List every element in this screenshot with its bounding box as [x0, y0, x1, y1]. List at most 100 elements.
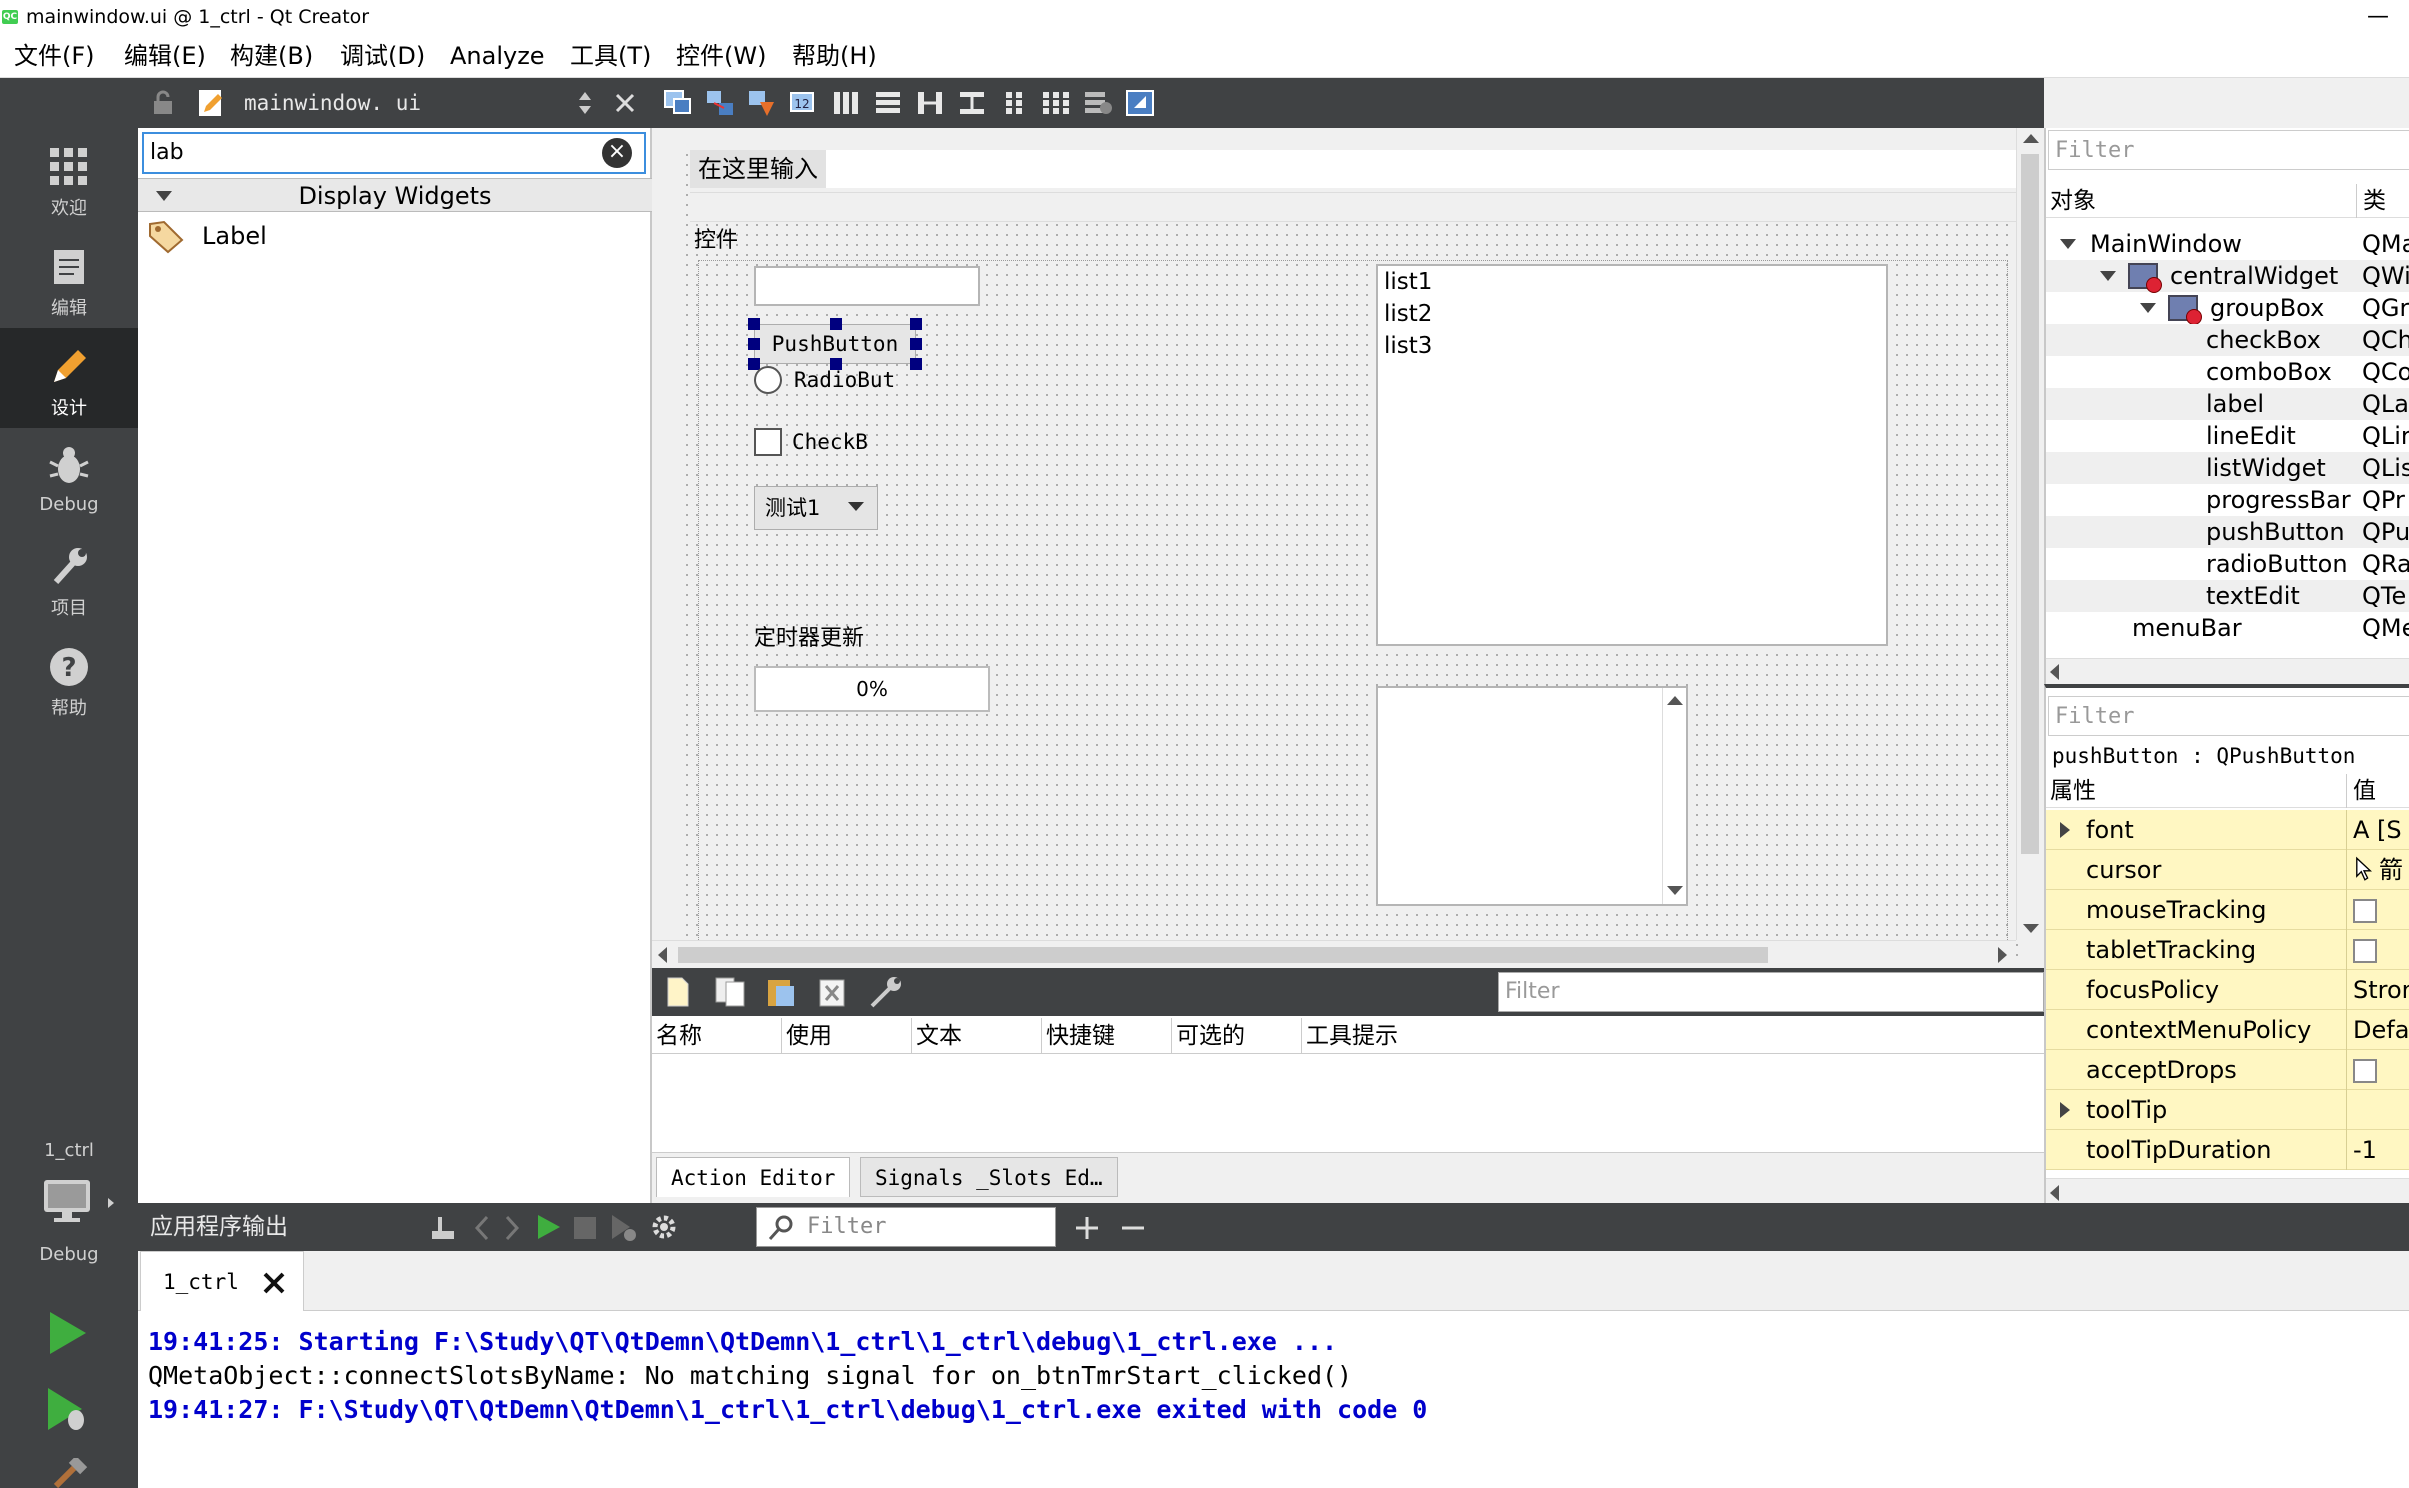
form-horizontal-scrollbar[interactable]	[652, 940, 2016, 968]
edit-buddies-icon[interactable]	[746, 88, 778, 118]
form-vertical-scrollbar[interactable]	[2016, 128, 2044, 940]
tab-signals-slots-editor[interactable]: Signals _Slots Ed…	[860, 1157, 1118, 1197]
menu-tools[interactable]: 工具(T)	[570, 34, 651, 78]
mode-projects[interactable]: 项目	[0, 528, 138, 628]
layout-vertical-icon[interactable]	[872, 88, 904, 118]
mode-debug[interactable]: Debug	[0, 428, 138, 528]
kit-expand-arrow[interactable]	[108, 1198, 114, 1208]
adjust-size-icon[interactable]	[1124, 88, 1156, 118]
clear-filter-icon[interactable]: ×	[602, 138, 632, 168]
object-tree-row[interactable]: MainWindow QMa	[2046, 228, 2409, 260]
object-tree-row[interactable]: textEdit QTe	[2046, 580, 2409, 612]
column-header-used[interactable]: 使用	[782, 1018, 912, 1054]
column-header-object[interactable]: 对象	[2050, 184, 2096, 218]
selection-handle[interactable]	[748, 338, 760, 350]
scroll-down-icon[interactable]	[1667, 886, 1683, 895]
monitor-icon[interactable]	[40, 1176, 98, 1226]
widget-filter-input[interactable]: lab	[142, 132, 646, 174]
application-output[interactable]: 19:41:25: Starting F:\Study\QT\QtDemn\Qt…	[138, 1311, 2409, 1488]
property-checkbox[interactable]	[2353, 1059, 2377, 1083]
widget-category-header[interactable]: Display Widgets	[138, 178, 652, 212]
property-value-cell[interactable]	[2346, 1090, 2409, 1130]
column-header-class[interactable]: 类	[2356, 184, 2386, 218]
selection-handle[interactable]	[910, 358, 922, 370]
property-row[interactable]: font A [S	[2046, 810, 2409, 850]
object-tree-row[interactable]: listWidget QLis	[2046, 452, 2409, 484]
close-tab-icon[interactable]	[261, 1270, 287, 1296]
selection-handle[interactable]	[748, 318, 760, 330]
line-edit-widget[interactable]	[754, 266, 980, 306]
column-header-name[interactable]: 名称	[652, 1018, 782, 1054]
paste-action-icon[interactable]	[764, 974, 798, 1008]
scroll-down-icon[interactable]	[2023, 924, 2039, 933]
attach-debugger-icon[interactable]	[608, 1213, 638, 1243]
column-header-shortcut[interactable]: 快捷键	[1042, 1018, 1172, 1054]
configure-wrench-icon[interactable]	[866, 974, 906, 1010]
object-tree-row[interactable]: progressBar QPr	[2046, 484, 2409, 516]
chevron-left-icon[interactable]	[472, 1215, 492, 1241]
menu-help[interactable]: 帮助(H)	[792, 34, 877, 78]
object-tree-row[interactable]: label QLal	[2046, 388, 2409, 420]
column-header-text[interactable]: 文本	[912, 1018, 1042, 1054]
minimize-button[interactable]: —	[2367, 0, 2389, 34]
run-icon[interactable]	[42, 1308, 92, 1358]
object-tree-row[interactable]: lineEdit QLir	[2046, 420, 2409, 452]
property-row[interactable]: acceptDrops	[2046, 1050, 2409, 1090]
scroll-up-icon[interactable]	[2023, 134, 2039, 143]
scroll-up-icon[interactable]	[1667, 696, 1683, 705]
list-widget[interactable]: list1 list2 list3	[1376, 264, 1888, 646]
property-row[interactable]: toolTip	[2046, 1090, 2409, 1130]
timer-label[interactable]: 定时器更新	[754, 622, 864, 656]
property-row[interactable]: toolTipDuration -1	[2046, 1130, 2409, 1170]
expand-arrow-icon[interactable]	[2060, 1102, 2070, 1118]
object-tree-row[interactable]: radioButton QRa	[2046, 548, 2409, 580]
object-tree-row[interactable]: groupBox QGr	[2046, 292, 2409, 325]
zoom-in-icon[interactable]	[1074, 1215, 1100, 1241]
layout-form-icon[interactable]	[998, 88, 1030, 118]
progress-bar-widget[interactable]: 0%	[754, 666, 990, 712]
list-item[interactable]: list3	[1384, 330, 1432, 362]
object-tree-row[interactable]: checkBox QCh	[2046, 324, 2409, 356]
object-tree-row[interactable]: pushButton QPu	[2046, 516, 2409, 548]
property-value-cell[interactable]	[2346, 890, 2409, 930]
radio-button-label[interactable]: RadioBut	[794, 364, 895, 396]
property-value-cell[interactable]: Defa	[2346, 1010, 2409, 1050]
break-layout-icon[interactable]	[1082, 88, 1114, 118]
mode-design[interactable]: 设计	[0, 328, 138, 428]
chevron-right-icon[interactable]	[502, 1215, 522, 1241]
gear-icon[interactable]	[650, 1213, 678, 1241]
property-checkbox[interactable]	[2353, 939, 2377, 963]
clear-output-icon[interactable]	[428, 1213, 458, 1243]
layout-splitter-h-icon[interactable]	[914, 88, 946, 118]
rerun-icon[interactable]	[534, 1213, 562, 1241]
list-item[interactable]: list2	[1384, 298, 1432, 330]
property-value-cell[interactable]: -1	[2346, 1130, 2409, 1170]
new-action-icon[interactable]	[662, 976, 694, 1008]
scrollbar-thumb[interactable]	[2021, 154, 2039, 854]
checkbox-indicator[interactable]	[754, 428, 782, 456]
property-row[interactable]: mouseTracking	[2046, 890, 2409, 930]
property-row[interactable]: tabletTracking	[2046, 930, 2409, 970]
output-pane-title[interactable]: 应用程序输出	[150, 1203, 288, 1251]
object-tree-row[interactable]: menuBar QMe	[2046, 612, 2409, 644]
property-value-cell[interactable]: A [S	[2346, 810, 2409, 850]
build-hammer-icon[interactable]	[50, 1458, 90, 1488]
groupbox-title[interactable]: 控件	[694, 224, 738, 258]
stop-icon[interactable]	[574, 1217, 596, 1239]
property-row[interactable]: contextMenuPolicy Defa	[2046, 1010, 2409, 1050]
type-here-menu-item[interactable]: 在这里输入	[690, 150, 826, 188]
menu-edit[interactable]: 编辑(E)	[124, 34, 206, 78]
selection-handle[interactable]	[910, 318, 922, 330]
lock-icon[interactable]	[150, 90, 176, 116]
menu-debug[interactable]: 调试(D)	[340, 34, 425, 78]
mode-edit[interactable]: 编辑	[0, 228, 138, 328]
tree-expand-arrow-icon[interactable]	[2140, 303, 2156, 313]
checkbox-label[interactable]: CheckB	[792, 426, 868, 458]
scrollbar-thumb[interactable]	[678, 947, 1768, 963]
column-header-property[interactable]: 属性	[2050, 774, 2096, 808]
property-row[interactable]: focusPolicy Stron	[2046, 970, 2409, 1010]
edit-signals-slots-icon[interactable]	[704, 88, 736, 118]
menu-controls[interactable]: 控件(W)	[676, 34, 766, 78]
open-document-name[interactable]: mainwindow. ui	[244, 78, 421, 128]
property-value-cell[interactable]: 箭	[2346, 850, 2409, 890]
